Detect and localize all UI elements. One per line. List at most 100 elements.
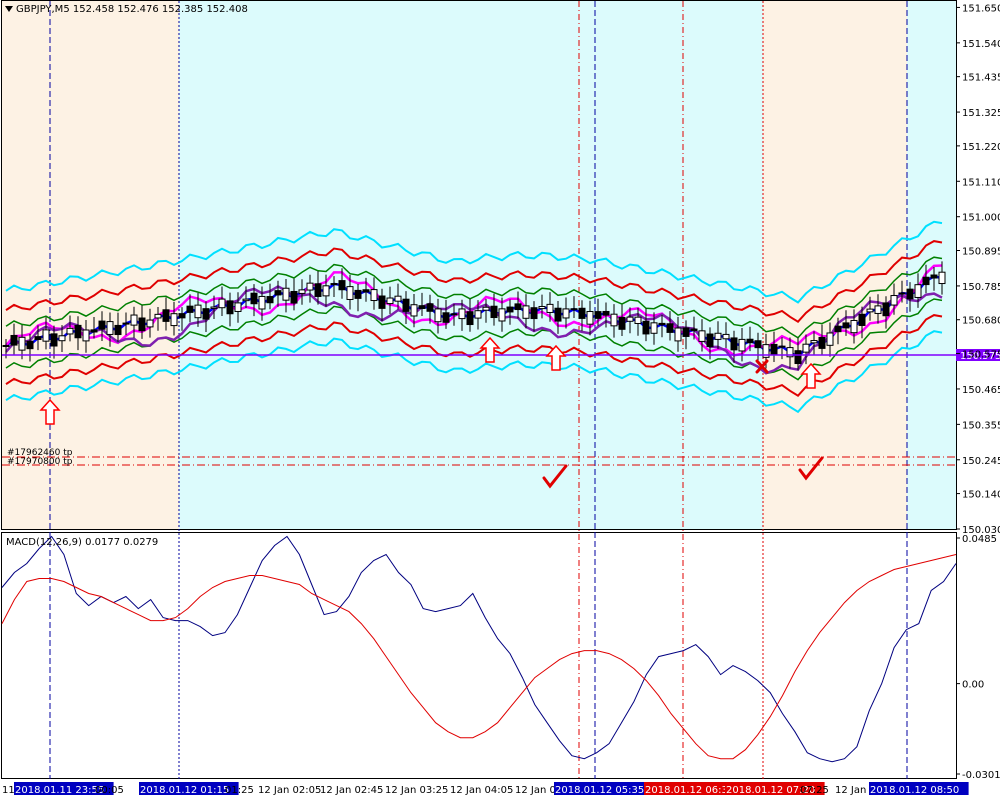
candle-body	[74, 324, 82, 339]
candle-body	[330, 283, 338, 286]
candle-body	[250, 292, 258, 305]
candle-body	[202, 308, 210, 320]
price-tick-label: 150.895	[962, 247, 1000, 258]
macd-axis: 0.0485 0.00 -0.0301	[956, 534, 1000, 781]
time-tick-label: 12 Jan 02:45	[320, 785, 383, 796]
candle-body	[650, 322, 658, 334]
price-tick-label: 151.435	[962, 73, 1000, 84]
candle-body	[738, 338, 746, 352]
candle-body	[722, 333, 730, 340]
candle-body	[122, 322, 130, 325]
candle-body	[354, 289, 362, 299]
time-tick-label: 11	[2, 785, 15, 796]
price-tick-label: 150.785	[962, 282, 1000, 293]
candle-body	[642, 320, 650, 335]
candle-body	[842, 322, 850, 329]
candle-body	[434, 308, 442, 323]
candle-body	[586, 311, 594, 325]
candle-body	[266, 296, 274, 304]
session-london-band	[907, 1, 957, 529]
candle-body	[282, 287, 290, 301]
candle-body	[130, 314, 138, 326]
price-tick-label: 151.325	[962, 108, 1000, 119]
candle-body	[410, 304, 418, 317]
candle-body	[426, 303, 434, 312]
session-backgrounds	[2, 1, 957, 529]
candle-body	[274, 290, 282, 296]
macd-series-line	[1, 535, 957, 763]
candle-body	[114, 324, 122, 336]
candle-body	[162, 309, 170, 322]
candle-body	[2, 344, 10, 347]
price-tick-label: 150.245	[962, 456, 1000, 467]
candle-body	[178, 313, 186, 319]
candle-body	[170, 313, 178, 327]
price-tick-label: 150.680	[962, 316, 1000, 327]
candle-body	[34, 336, 42, 341]
candle-body	[794, 350, 802, 365]
candle-body	[338, 280, 346, 291]
candle-body	[682, 327, 690, 337]
candle-body	[42, 329, 50, 342]
time-tick-label: 12 Jan 04:05	[450, 785, 513, 796]
time-tick-label: 00:05	[95, 785, 124, 796]
candle-body	[106, 321, 114, 335]
price-tick-label: 150.355	[962, 420, 1000, 431]
candle-body	[442, 312, 450, 323]
time-tick-label: 2018.01.12 05:35	[555, 785, 644, 796]
candle-body	[154, 313, 162, 319]
candle-body	[370, 289, 378, 302]
candle-body	[186, 305, 194, 313]
time-axis: 11 2018.01.11 23:5500:05 2018.01.12 01:150…	[2, 782, 969, 796]
time-tick-label: 12 Jan 03:25	[385, 785, 448, 796]
candle-body	[394, 295, 402, 302]
candle-body	[146, 319, 154, 328]
macd-tick-label: -0.0301	[962, 770, 1000, 781]
candle-body	[386, 297, 394, 305]
time-tick-label: 2018.01.11 23:55	[15, 785, 104, 796]
candle-body	[258, 295, 266, 310]
candle-body	[10, 334, 18, 346]
candle-body	[242, 298, 250, 302]
candle-body	[818, 336, 826, 349]
time-tick-label: 12 Jan 02:05	[258, 785, 321, 796]
price-tick-label: 151.000	[962, 213, 1000, 224]
price-tick-label: 151.650	[962, 3, 1000, 14]
candle-body	[474, 310, 482, 319]
price-tick-label: 151.540	[962, 39, 1000, 50]
candle-body	[490, 305, 498, 319]
candle-body	[938, 271, 946, 285]
price-tick-label: 150.575	[962, 350, 1000, 361]
oscillator-lines	[1, 535, 957, 763]
candle-body	[834, 325, 842, 333]
time-tick-label: 07:25	[800, 785, 829, 796]
candle-body	[458, 308, 466, 320]
candle-body	[58, 335, 66, 342]
candle-body	[850, 319, 858, 334]
candle-body	[674, 327, 682, 342]
candle-body	[362, 289, 370, 293]
trading-chart[interactable]: #17962460 tp #17970800 tp 150.575 GBPJPY…	[0, 0, 1000, 800]
candle-body	[698, 330, 706, 342]
candle-body	[634, 316, 642, 324]
candle-body	[658, 322, 666, 326]
candle-body	[890, 295, 898, 306]
candle-body	[522, 305, 530, 319]
candle-body	[298, 289, 306, 294]
candle-body	[922, 276, 930, 286]
macd-panel-frame	[1, 532, 957, 779]
time-tick-label: 2018.01.12 08:50	[870, 785, 959, 796]
candle-body	[98, 320, 106, 330]
session-asia-band	[763, 1, 907, 529]
candle-body	[138, 317, 146, 332]
candle-body	[930, 274, 938, 279]
candle-body	[18, 336, 26, 351]
candle-body	[506, 306, 514, 313]
candle-body	[530, 307, 538, 320]
candle-body	[194, 304, 202, 319]
candle-body	[570, 308, 578, 311]
candle-body	[322, 285, 330, 297]
candle-body	[234, 302, 242, 312]
candle-body	[666, 323, 674, 333]
candle-body	[602, 310, 610, 316]
